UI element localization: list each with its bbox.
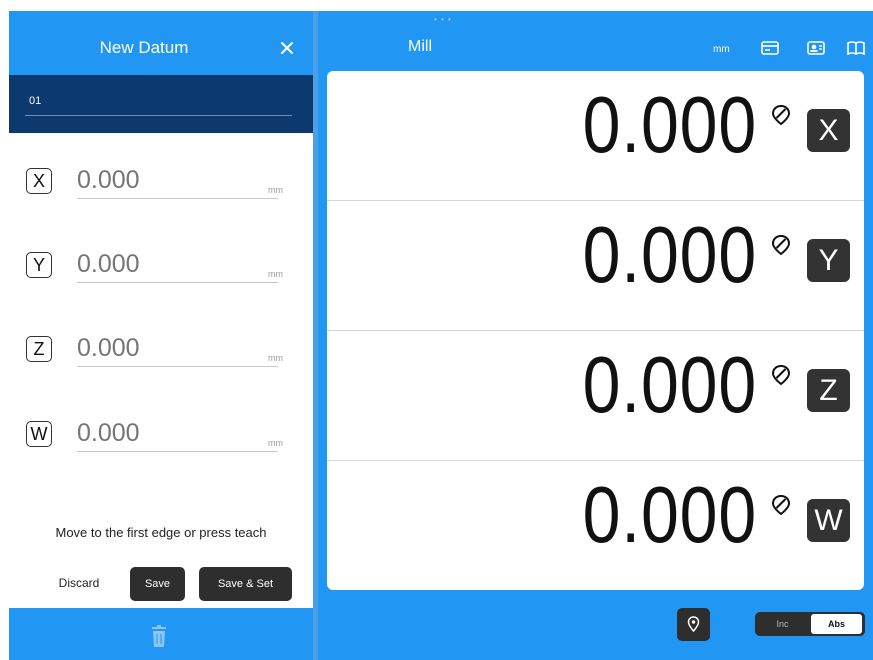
axis-label-w: W xyxy=(26,421,52,447)
app-title: Mill xyxy=(408,38,432,55)
toolbar-card-button[interactable] xyxy=(760,40,780,56)
axis-row-w: W mm xyxy=(9,414,313,464)
axis-label-y: Y xyxy=(26,252,52,278)
readout-value-w: 0.000 xyxy=(582,470,757,559)
readout-value-z: 0.000 xyxy=(582,340,757,429)
readout-row-x: 0.000 X xyxy=(327,71,864,200)
unit-toggle[interactable]: mm xyxy=(713,44,730,55)
mode-abs-option[interactable]: Abs xyxy=(811,614,862,634)
reference-mark-icon xyxy=(771,104,791,126)
card-icon xyxy=(761,41,779,55)
readout-row-z: 0.000 Z xyxy=(327,331,864,460)
readout-row-w: 0.000 W xyxy=(327,461,864,590)
mode-inc-option[interactable]: Inc xyxy=(755,612,810,636)
instruction-text: Move to the first edge or press teach xyxy=(55,525,267,540)
axis-unit-y: mm xyxy=(268,269,283,279)
toolbar-book-button[interactable] xyxy=(846,40,866,56)
axis-input-z[interactable] xyxy=(77,329,278,367)
axis-row-y: Y mm xyxy=(9,245,313,295)
axis-key-z[interactable]: Z xyxy=(807,369,850,412)
main-dro-panel: • • • Mill mm 0.000 X 0.000 Y 0.000 Z 0.… xyxy=(318,11,873,660)
discard-button[interactable]: Discard xyxy=(39,568,119,598)
axis-unit-w: mm xyxy=(268,438,283,448)
camera-card-icon xyxy=(807,41,825,55)
close-icon xyxy=(281,42,293,54)
axis-key-x[interactable]: X xyxy=(807,109,850,152)
toolbar-camera-card-button[interactable] xyxy=(806,40,826,56)
datum-name-field[interactable]: 01 xyxy=(9,75,313,133)
axis-label-x: X xyxy=(26,168,52,194)
axis-row-z: Z mm xyxy=(9,329,313,379)
datum-name-underline xyxy=(25,115,292,116)
axis-unit-z: mm xyxy=(268,353,283,363)
reference-mark-icon xyxy=(771,234,791,256)
axis-key-w[interactable]: W xyxy=(807,499,850,542)
axis-input-w[interactable] xyxy=(77,414,278,452)
close-button[interactable] xyxy=(272,33,302,63)
axis-row-x: X mm xyxy=(9,161,313,211)
datum-name-value: 01 xyxy=(29,95,42,107)
readout-value-x: 0.000 xyxy=(582,80,757,169)
readout-value-y: 0.000 xyxy=(582,210,757,299)
reference-mark-icon xyxy=(771,364,791,386)
reference-button-z[interactable] xyxy=(770,364,792,386)
reference-button-x[interactable] xyxy=(770,104,792,126)
save-and-set-button[interactable]: Save & Set xyxy=(199,567,292,601)
reference-button-y[interactable] xyxy=(770,234,792,256)
save-button[interactable]: Save xyxy=(130,567,185,601)
drag-handle[interactable]: • • • xyxy=(434,15,452,24)
trash-icon xyxy=(152,625,166,647)
axis-input-y[interactable] xyxy=(77,245,278,283)
axis-unit-x: mm xyxy=(268,185,283,195)
location-pin-icon xyxy=(687,616,700,632)
new-datum-panel: New Datum 01 X mm Y mm Z mm W mm Move to… xyxy=(9,11,313,660)
axis-input-x[interactable] xyxy=(77,161,278,199)
readout-row-y: 0.000 Y xyxy=(327,201,864,330)
axis-label-z: Z xyxy=(26,336,52,362)
book-icon xyxy=(847,41,865,56)
reference-mark-icon xyxy=(771,494,791,516)
datum-panel-title: New Datum xyxy=(99,38,189,57)
location-pin-button[interactable] xyxy=(677,608,710,641)
axis-key-y[interactable]: Y xyxy=(807,239,850,282)
reference-button-w[interactable] xyxy=(770,494,792,516)
datum-panel-footer xyxy=(9,608,313,660)
delete-button[interactable] xyxy=(149,625,169,649)
datum-panel-header: New Datum xyxy=(9,11,313,75)
inc-abs-switch[interactable]: Inc Abs xyxy=(755,612,865,636)
